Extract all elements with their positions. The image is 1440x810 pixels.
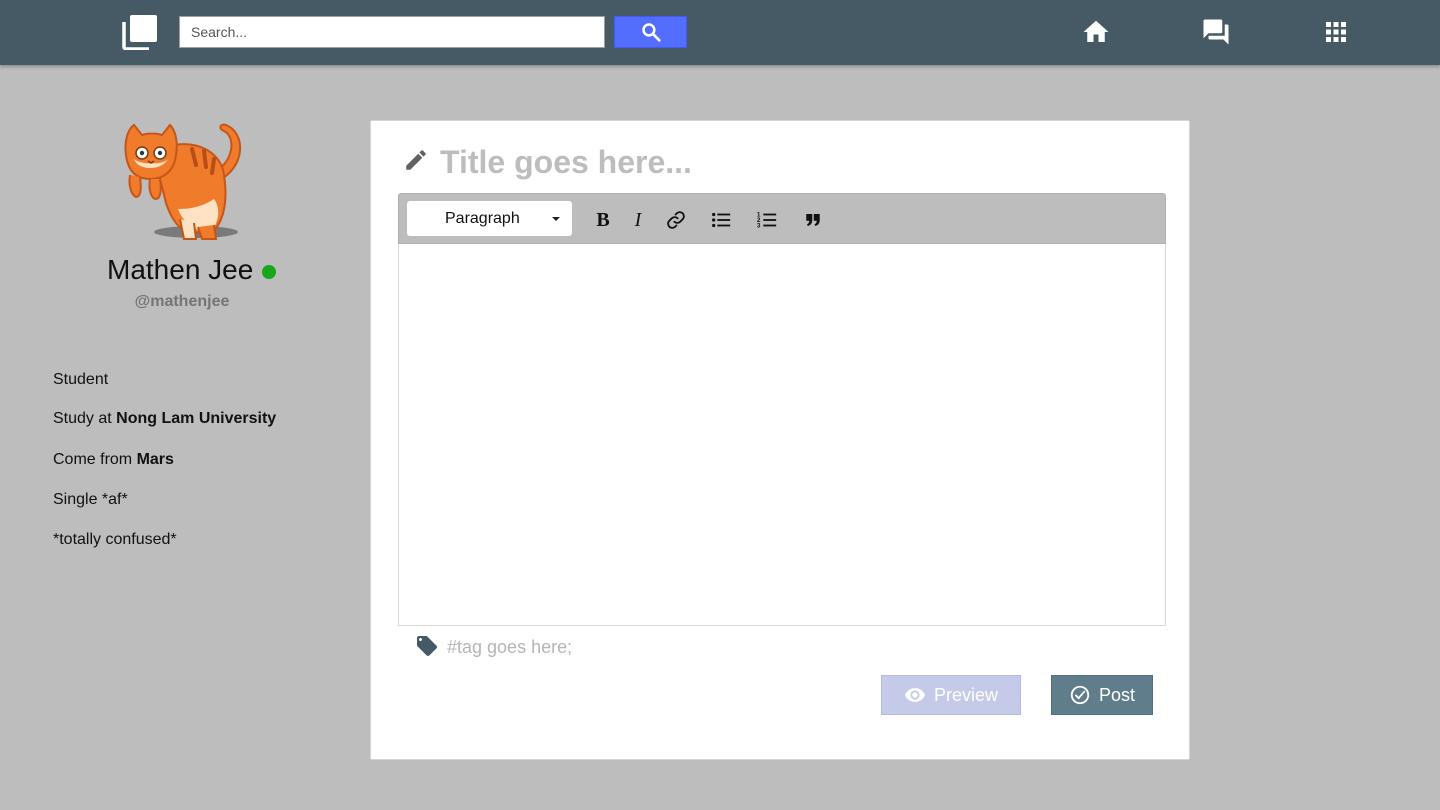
preview-button-label: Preview [933,684,999,705]
paragraph-format-dropdown[interactable]: Paragraph [407,201,572,236]
eye-icon [904,688,926,702]
profile-name: Mathen Jee [107,254,254,285]
check-circle-icon [1070,685,1090,705]
post-body-editor[interactable] [398,244,1166,626]
link-button[interactable] [661,206,691,234]
search-input[interactable] [179,16,605,48]
bio-text: Single *af* [53,491,128,508]
bio-text: Come from [53,451,137,468]
search-icon [641,23,661,42]
profile-handle: @mathenjee [134,293,230,310]
bio-line-mood: *totally confused* [53,531,177,549]
format-selected-label: Paragraph [445,210,520,227]
preview-button[interactable]: Preview [881,675,1021,715]
pencil-icon [403,147,429,173]
bio-text: Study at [53,410,117,427]
tag-icon [415,634,439,658]
italic-icon: I [634,208,642,231]
apps-grid-icon[interactable] [1320,16,1352,48]
bio-line-origin: Come from Mars [53,451,174,469]
bio-line-occupation: Student [53,371,108,389]
italic-button[interactable]: I [623,206,653,234]
bio-text: *totally confused* [53,531,177,548]
bold-icon: B [596,208,610,231]
numbered-list-button[interactable]: 1 2 3 [752,206,782,234]
tag-input[interactable] [447,634,947,660]
online-status-indicator [262,265,276,279]
bio-text: Student [53,371,109,388]
bio-highlight: Mars [136,451,174,468]
bulleted-list-icon [712,212,731,228]
layers-icon[interactable] [122,14,158,51]
bold-button[interactable]: B [588,206,618,234]
orange-cat-avatar [124,123,241,240]
post-button[interactable]: Post [1051,675,1153,715]
search-button[interactable] [614,16,687,48]
forum-icon[interactable] [1200,16,1232,48]
home-icon[interactable] [1080,16,1112,48]
blockquote-icon [806,214,820,226]
post-button-label: Post [1098,684,1136,705]
chevron-down-icon [552,217,560,221]
bio-line-school: Study at Nong Lam University [53,410,276,428]
bio-line-status: Single *af* [53,491,128,509]
numbered-list-icon: 1 2 3 [757,211,777,229]
post-title-input[interactable] [440,140,1160,184]
link-icon [667,211,685,229]
bio-highlight: Nong Lam University [116,410,277,427]
blockquote-button[interactable] [798,206,828,234]
avatar [118,115,248,245]
svg-text:3: 3 [757,222,761,229]
bulleted-list-button[interactable] [706,206,736,234]
